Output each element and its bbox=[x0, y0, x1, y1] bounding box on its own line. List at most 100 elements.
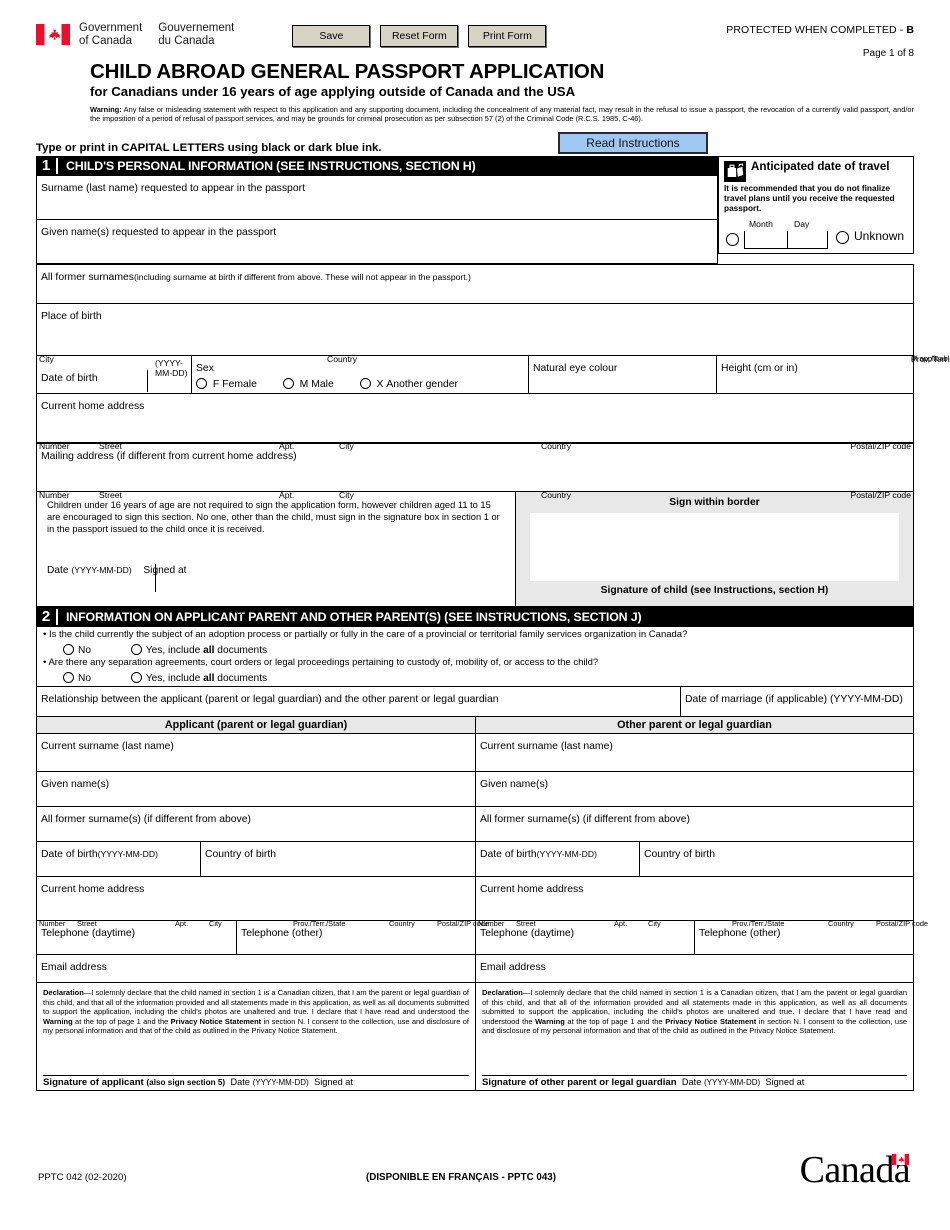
applicant-email-label: Email address bbox=[41, 962, 107, 974]
child-former-surnames-field[interactable]: All former surnames(including surname at… bbox=[36, 264, 914, 305]
marriage-date-field[interactable]: Date of marriage (if applicable) (YYYY-M… bbox=[680, 687, 914, 718]
marriage-date-label: Date of marriage (if applicable) (YYYY-M… bbox=[685, 694, 903, 706]
applicant-former-surnames-label: All former surname(s) (if different from… bbox=[41, 814, 251, 826]
applicant-phone-other-field[interactable]: Telephone (other) bbox=[236, 921, 475, 956]
adoption-yes-label: Yes, include all documents bbox=[145, 645, 268, 657]
warning-text: Any false or misleading statement with r… bbox=[90, 105, 914, 124]
travel-month-input[interactable] bbox=[744, 230, 788, 249]
applicant-phone-daytime-field[interactable]: Telephone (daytime) bbox=[36, 921, 236, 956]
sex-male-radio[interactable] bbox=[282, 378, 294, 390]
child-surname-field[interactable]: Surname (last name) requested to appear … bbox=[36, 176, 718, 221]
other-parent-declaration-label: Declaration bbox=[482, 988, 523, 998]
protected-classification: PROTECTED WHEN COMPLETED - B bbox=[726, 24, 914, 36]
section-2: 2 INFORMATION ON APPLICANT PARENT AND OT… bbox=[36, 607, 928, 1092]
applicant-phone-other-label: Telephone (other) bbox=[241, 928, 323, 940]
other-parent-dob-field[interactable]: Date of birth(YYYY-MM-DD) bbox=[475, 842, 639, 878]
applicant-sig-date-format: (YYYY-MM-DD) bbox=[252, 1078, 309, 1088]
applicant-email-field[interactable]: Email address bbox=[36, 955, 475, 984]
adoption-no-label: No bbox=[78, 645, 92, 657]
child-signature-area: Children under 16 years of age are not r… bbox=[36, 492, 914, 615]
other-parent-phone-daytime-label: Telephone (daytime) bbox=[480, 928, 575, 940]
applicant-former-surnames-field[interactable]: All former surname(s) (if different from… bbox=[36, 807, 475, 843]
sex-female-radio[interactable] bbox=[196, 378, 207, 390]
other-parent-phone-other-field[interactable]: Telephone (other) bbox=[694, 921, 914, 956]
other-parent-surname-label: Current surname (last name) bbox=[480, 741, 613, 753]
child-sex-field[interactable]: Sex F Female M Male X Another gender bbox=[191, 356, 528, 395]
section-2-questions: • Is the child currently the subject of … bbox=[36, 627, 914, 688]
child-sign-note: Children under 16 years of age are not r… bbox=[47, 500, 500, 534]
other-parent-declaration-text: Declaration—I solemnly declare that the … bbox=[482, 988, 907, 1036]
wordmark-fr-line1: Gouvernement bbox=[158, 22, 235, 34]
mail-postal-label: Postal/ZIP code bbox=[850, 490, 911, 501]
applicant-address-field[interactable]: Current home address Number Street Apt. … bbox=[36, 877, 489, 928]
relationship-field[interactable]: Relationship between the applicant (pare… bbox=[36, 687, 680, 718]
applicant-dob-field[interactable]: Date of birth(YYYY-MM-DD) bbox=[36, 842, 200, 878]
child-signature-input[interactable] bbox=[530, 513, 899, 582]
adoption-no-radio[interactable] bbox=[63, 644, 74, 656]
applicant-surname-field[interactable]: Current surname (last name) bbox=[36, 734, 475, 773]
applicant-signature-label: Signature of applicant bbox=[43, 1077, 144, 1089]
section-2-title: INFORMATION ON APPLICANT PARENT AND OTHE… bbox=[66, 610, 642, 625]
other-parent-country-birth-field[interactable]: Country of birth bbox=[639, 842, 914, 878]
french-version-note: (DISPONIBLE EN FRANÇAIS - PPTC 043) bbox=[366, 1172, 556, 1183]
child-place-of-birth-field[interactable]: Place of birth City Country Prov./Terr./… bbox=[36, 304, 950, 364]
wordmark-text: Government of Canada Gouvernement du Can… bbox=[79, 22, 234, 47]
applicant-column-header: Applicant (parent or legal guardian) bbox=[36, 717, 475, 735]
page-title: CHILD ABROAD GENERAL PASSPORT APPLICATIO… bbox=[90, 60, 605, 83]
reset-form-button[interactable]: Reset Form bbox=[380, 25, 459, 47]
custody-yes-radio[interactable] bbox=[130, 672, 142, 684]
child-given-names-label: Given name(s) requested to appear in the… bbox=[41, 227, 277, 239]
child-surname-label: Surname (last name) requested to appear … bbox=[41, 183, 305, 195]
child-eye-colour-label: Natural eye colour bbox=[533, 363, 618, 375]
relationship-row: Relationship between the applicant (pare… bbox=[36, 687, 914, 718]
other-parent-phone-daytime-field[interactable]: Telephone (daytime) bbox=[475, 921, 694, 956]
child-current-address-label: Current home address bbox=[41, 401, 145, 413]
read-instructions-button[interactable]: Read Instructions bbox=[558, 132, 708, 155]
child-eye-colour-field[interactable]: Natural eye colour bbox=[528, 356, 716, 395]
relationship-label: Relationship between the applicant (pare… bbox=[41, 694, 499, 706]
other-parent-signature-labels: Signature of other parent or legal guard… bbox=[476, 1076, 913, 1090]
print-form-button[interactable]: Print Form bbox=[468, 25, 547, 47]
government-of-canada-signature: Government of Canada Gouvernement du Can… bbox=[36, 22, 234, 47]
other-parent-phone-other-label: Telephone (other) bbox=[699, 928, 781, 940]
applicant-signature-note: (also sign section 5) bbox=[146, 1078, 226, 1088]
child-mailing-address-field[interactable]: Mailing address (if different from curre… bbox=[36, 443, 914, 500]
applicant-sig-date-label: Date bbox=[230, 1077, 250, 1088]
child-height-field[interactable]: Height (cm or in) bbox=[716, 356, 914, 395]
adoption-yes-radio[interactable] bbox=[130, 644, 142, 656]
wordmark-fr-line2: du Canada bbox=[158, 34, 215, 47]
sex-another-label: Another gender bbox=[386, 379, 459, 391]
travel-date-radio[interactable] bbox=[726, 232, 739, 246]
custody-no-radio[interactable] bbox=[63, 672, 74, 684]
section-1-bar: 1 CHILD'S PERSONAL INFORMATION (SEE INST… bbox=[36, 156, 718, 177]
other-parent-given-names-field[interactable]: Given name(s) bbox=[475, 772, 914, 808]
other-parent-address-field[interactable]: Current home address Number Street Apt. … bbox=[475, 877, 928, 928]
child-dob-field[interactable]: Date of birth (YYYY-MM-DD) bbox=[36, 356, 191, 395]
other-parent-email-field[interactable]: Email address bbox=[475, 955, 914, 984]
travel-unknown-radio[interactable] bbox=[836, 230, 849, 244]
suitcase-icon bbox=[724, 161, 746, 183]
other-parent-address-label: Current home address bbox=[480, 884, 584, 896]
parent-dob-row: Date of birth(YYYY-MM-DD) Country of bir… bbox=[36, 842, 914, 878]
form-action-buttons: Save Reset Form Print Form bbox=[292, 25, 547, 47]
applicant-given-names-field[interactable]: Given name(s) bbox=[36, 772, 475, 808]
other-parent-dob-format: (YYYY-MM-DD) bbox=[536, 849, 597, 860]
other-parent-dob-label: Date of birth bbox=[480, 849, 537, 861]
save-button[interactable]: Save bbox=[292, 25, 371, 47]
child-given-names-field[interactable]: Given name(s) requested to appear in the… bbox=[36, 220, 718, 265]
child-current-address-field[interactable]: Current home address Number Street Apt. … bbox=[36, 394, 914, 451]
travel-day-input[interactable] bbox=[788, 230, 828, 249]
other-parent-signature-label: Signature of other parent or legal guard… bbox=[482, 1077, 677, 1089]
signed-city-label: City bbox=[229, 605, 244, 616]
other-parent-former-surnames-field[interactable]: All former surname(s) (if different from… bbox=[475, 807, 914, 843]
anticipated-travel-box: Anticipated date of travel It is recomme… bbox=[718, 156, 914, 255]
applicant-country-birth-field[interactable]: Country of birth bbox=[200, 842, 475, 878]
other-parent-former-surnames-label: All former surname(s) (if different from… bbox=[480, 814, 690, 826]
sex-another-radio[interactable] bbox=[359, 378, 371, 390]
other-parent-surname-field[interactable]: Current surname (last name) bbox=[475, 734, 914, 773]
applicant-declaration-block: Declaration—I solemnly declare that the … bbox=[36, 983, 475, 1092]
section-1-title: CHILD'S PERSONAL INFORMATION (SEE INSTRU… bbox=[66, 159, 476, 174]
parent-telephone-row: Telephone (daytime) Telephone (other) Te… bbox=[36, 921, 914, 956]
child-sex-label: Sex bbox=[196, 363, 214, 375]
child-sign-date-row: Date (YYYY-MM-DD) Signed at bbox=[47, 565, 186, 576]
